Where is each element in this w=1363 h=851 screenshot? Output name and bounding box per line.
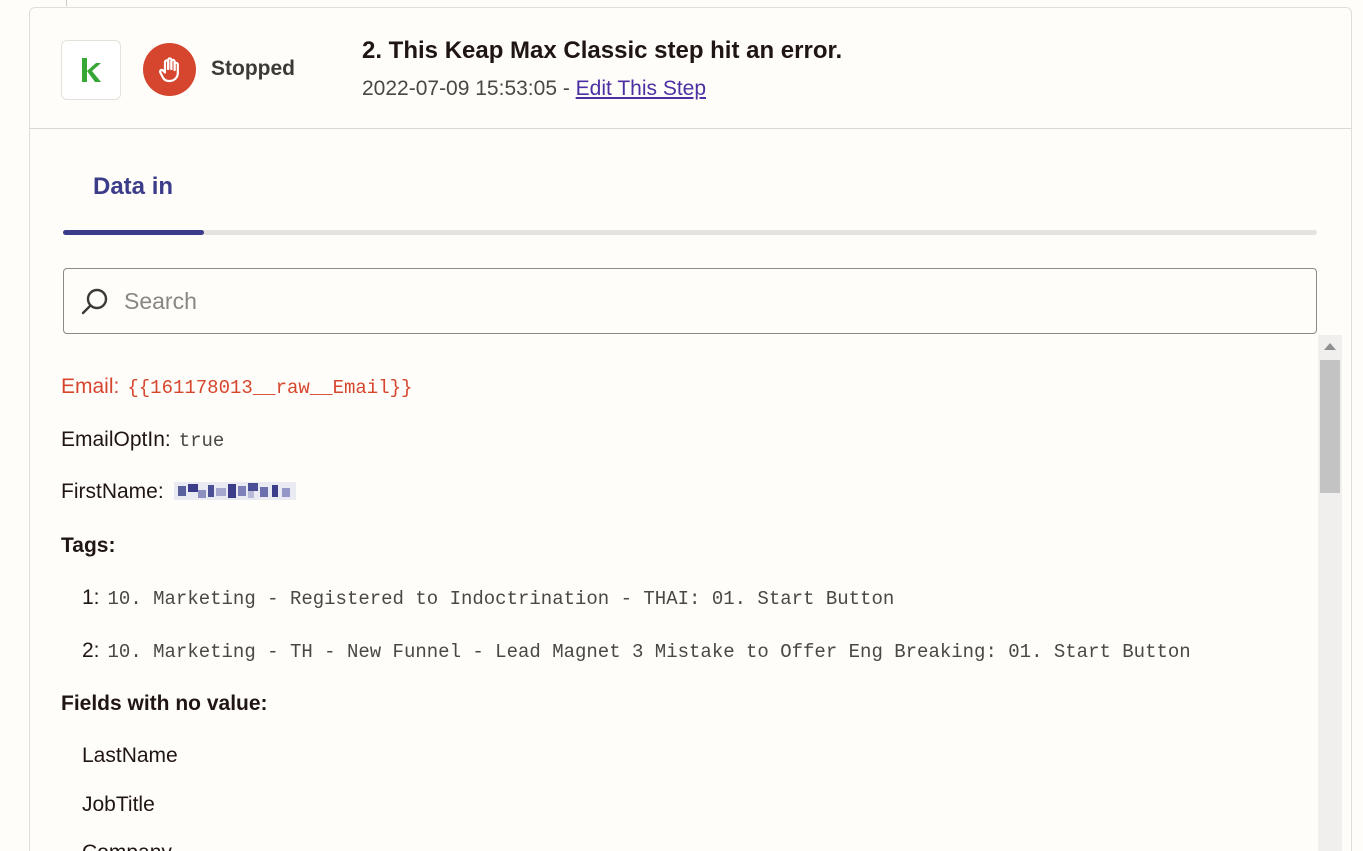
status-label: Stopped (211, 57, 295, 80)
tab-data-in[interactable]: Data in (93, 173, 173, 201)
edit-step-link[interactable]: Edit This Step (576, 77, 706, 100)
page: Stopped 2. This Keap Max Classic step hi… (0, 0, 1363, 851)
step-detail-card: Stopped 2. This Keap Max Classic step hi… (29, 7, 1352, 851)
field-value: {{161178013__raw__Email}} (127, 377, 413, 399)
stop-hand-icon (143, 43, 196, 96)
field-first-name: FirstName: (61, 480, 296, 508)
empty-field-item: Company (82, 841, 172, 851)
tab-track (63, 230, 1317, 235)
scroll-up-arrow-icon[interactable] (1324, 343, 1336, 350)
step-header: Stopped 2. This Keap Max Classic step hi… (30, 8, 1351, 129)
meta-separator: - (557, 77, 576, 100)
redacted-value (173, 480, 296, 508)
tag-item: 2: 10. Marketing - TH - New Funnel - Lead… (82, 639, 1191, 663)
field-email: Email: {{161178013__raw__Email}} (61, 375, 412, 399)
tag-value: 10. Marketing - Registered to Indoctrina… (107, 588, 895, 610)
connector-line (66, 0, 67, 6)
tab-active-indicator (63, 230, 204, 235)
step-meta: 2022-07-09 15:53:05 - Edit This Step (362, 77, 706, 101)
keap-logo-icon (61, 40, 121, 100)
tag-index: 1: (82, 586, 100, 609)
search-icon (81, 288, 108, 315)
field-key: EmailOptIn: (61, 428, 171, 451)
empty-field-item: LastName (82, 744, 178, 767)
step-title: 2. This Keap Max Classic step hit an err… (362, 37, 843, 64)
field-value: true (178, 430, 225, 452)
tag-item: 1: 10. Marketing - Registered to Indoctri… (82, 586, 894, 610)
step-timestamp: 2022-07-09 15:53:05 (362, 77, 557, 100)
data-fields-list: Email: {{161178013__raw__Email}} EmailOpt… (30, 335, 1316, 851)
empty-field-item: JobTitle (82, 793, 155, 816)
scrollbar-thumb[interactable] (1320, 360, 1340, 493)
field-tags: Tags: (61, 534, 116, 557)
field-key: Email: (61, 375, 120, 398)
field-email-opt-in: EmailOptIn: true (61, 428, 224, 452)
no-value-section-label: Fields with no value: (61, 692, 268, 715)
search-input[interactable] (124, 269, 1304, 333)
search-box[interactable] (63, 268, 1317, 334)
scrollbar[interactable] (1318, 335, 1342, 851)
tag-value: 10. Marketing - TH - New Funnel - Lead M… (107, 641, 1191, 663)
tag-index: 2: (82, 639, 100, 662)
field-key: FirstName: (61, 480, 164, 503)
